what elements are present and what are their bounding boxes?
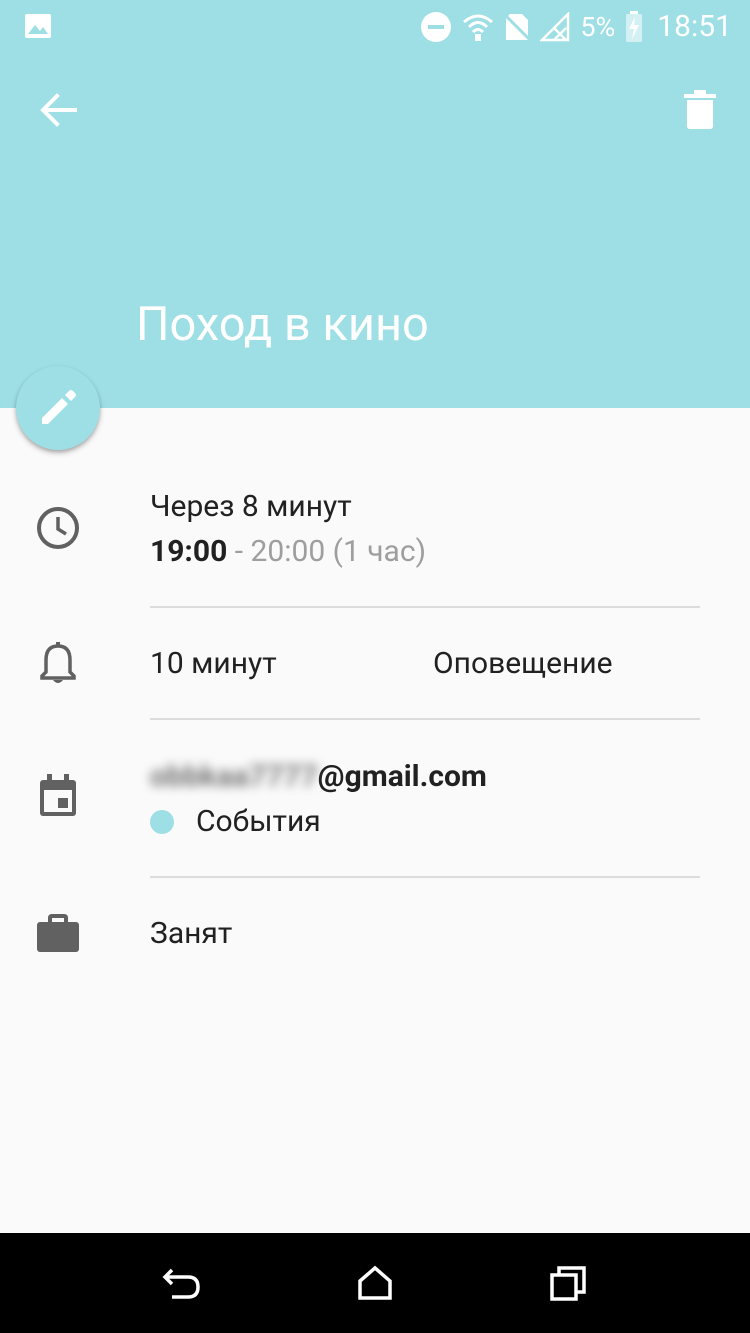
event-end-time: 20:00 xyxy=(250,534,326,569)
event-duration: (1 час) xyxy=(332,534,427,569)
divider xyxy=(150,606,700,608)
divider xyxy=(150,718,700,720)
calendar-account: obbkaa7777@gmail.com xyxy=(150,757,487,797)
navigation-bar xyxy=(0,1233,750,1333)
bell-icon xyxy=(28,634,88,694)
account-name-redacted: obbkaa7777 xyxy=(150,759,318,794)
briefcase-icon xyxy=(28,904,88,964)
time-separator: - xyxy=(227,534,251,569)
status-bar: 5% 18:51 xyxy=(0,0,750,54)
event-title: Поход в кино xyxy=(136,297,429,352)
do-not-disturb-icon xyxy=(420,11,452,43)
clock-icon xyxy=(28,498,88,558)
event-header: 5% 18:51 Поход в кино xyxy=(0,0,750,408)
arrow-back-icon xyxy=(40,93,77,127)
reminder-value[interactable]: 10 минут xyxy=(150,644,277,684)
edit-button[interactable] xyxy=(16,366,100,450)
back-nav-icon xyxy=(162,1268,200,1299)
gallery-icon xyxy=(24,13,52,39)
event-time-range: 19:00 - 20:00 (1 час) xyxy=(150,532,426,572)
account-domain: @gmail.com xyxy=(317,759,487,794)
event-start-time: 19:00 xyxy=(150,534,228,569)
calendar-name: События xyxy=(196,804,321,839)
pencil-icon xyxy=(42,390,76,424)
calendar-icon xyxy=(28,766,88,826)
home-nav-button[interactable] xyxy=(345,1253,405,1313)
no-sim-icon xyxy=(504,12,531,42)
wifi-icon xyxy=(462,12,494,42)
battery-percent: 5% xyxy=(580,11,616,43)
home-nav-icon xyxy=(358,1265,392,1300)
recents-nav-icon xyxy=(550,1266,586,1301)
back-button[interactable] xyxy=(28,80,88,140)
clock-time: 18:51 xyxy=(657,9,732,44)
divider xyxy=(150,876,700,878)
delete-button[interactable] xyxy=(670,80,730,140)
back-nav-button[interactable] xyxy=(152,1253,212,1313)
recents-nav-button[interactable] xyxy=(538,1253,598,1313)
calendar-color-dot xyxy=(150,810,174,834)
signal-off-icon xyxy=(540,12,570,42)
battery-charging-icon xyxy=(625,11,643,43)
availability-status: Занят xyxy=(150,916,233,951)
reminder-type[interactable]: Оповещение xyxy=(433,644,613,684)
event-relative-time: Через 8 минут xyxy=(150,489,352,524)
trash-icon xyxy=(684,90,716,129)
